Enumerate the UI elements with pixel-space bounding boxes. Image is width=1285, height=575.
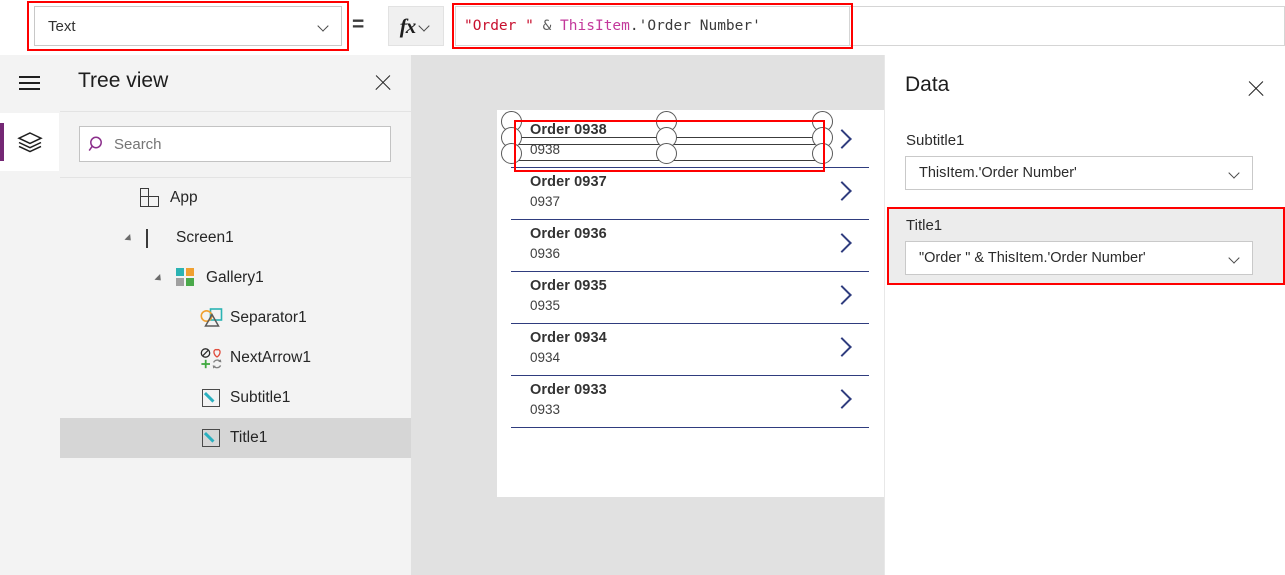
chevron-right-icon[interactable]: [835, 184, 851, 200]
field-label: Title1: [906, 217, 943, 234]
screen-icon: [146, 229, 168, 252]
close-icon[interactable]: [371, 71, 395, 95]
field-dropdown[interactable]: ThisItem.'Order Number': [905, 156, 1253, 190]
layers-icon: [16, 132, 43, 153]
text-label-icon: [202, 389, 224, 411]
field-label: Subtitle1: [906, 132, 965, 149]
expand-caret-icon[interactable]: [126, 233, 136, 243]
hamburger-icon[interactable]: [0, 55, 59, 111]
gallery-item[interactable]: Order 0938 0938: [511, 116, 869, 168]
panel-title: Data: [905, 73, 950, 96]
screen-preview: Order 0938 0938 Order 0937 0937 Order 09…: [497, 110, 885, 497]
chevron-down-icon: [318, 22, 331, 30]
gallery-item[interactable]: Order 0936 0936: [511, 220, 869, 272]
gallery-item-subtitle: 0936: [530, 246, 561, 261]
gallery-item-subtitle: 0933: [530, 402, 561, 417]
search-icon: [80, 127, 114, 161]
tree-view-list: App Screen1 Gallery1 Separator1 NextArro…: [60, 177, 411, 458]
gallery-item-subtitle: 0934: [530, 350, 561, 365]
gallery-item-title: Order 0933: [530, 382, 607, 398]
gallery-item[interactable]: Order 0937 0937: [511, 168, 869, 220]
text-label-icon: [202, 429, 224, 451]
app-icon: [140, 188, 162, 210]
search-box[interactable]: [79, 126, 391, 162]
formula-input-extension[interactable]: [850, 6, 1285, 46]
close-icon[interactable]: [1244, 77, 1268, 101]
gallery-control[interactable]: Order 0938 0938 Order 0937 0937 Order 09…: [511, 116, 869, 446]
tree-item-screen1[interactable]: Screen1: [60, 218, 411, 258]
left-icon-rail: [0, 55, 61, 575]
tree-item-label: Separator1: [230, 309, 307, 326]
gallery-item-title: Order 0934: [530, 330, 607, 346]
field-dropdown[interactable]: "Order " & ThisItem.'Order Number': [905, 241, 1253, 275]
chevron-right-icon[interactable]: [835, 340, 851, 356]
tree-item-title1[interactable]: Title1: [60, 418, 411, 458]
chevron-right-icon[interactable]: [835, 236, 851, 252]
equals-sign: =: [352, 13, 365, 36]
property-select[interactable]: Text: [34, 6, 342, 46]
formula-token-string: "Order ": [464, 18, 534, 34]
tree-item-nextarrow1[interactable]: NextArrow1: [60, 338, 411, 378]
sidebar-item-tree-view[interactable]: [0, 113, 59, 171]
gallery-item-subtitle: 0938: [530, 142, 561, 157]
gallery-item-subtitle: 0935: [530, 298, 561, 313]
chevron-right-icon[interactable]: [835, 132, 851, 148]
tree-item-gallery1[interactable]: Gallery1: [60, 258, 411, 298]
formula-input[interactable]: "Order " & ThisItem .'Order Number': [455, 6, 850, 46]
field-value: "Order " & ThisItem.'Order Number': [919, 250, 1146, 266]
property-select-wrapper: Text: [27, 1, 349, 51]
field-value: ThisItem.'Order Number': [919, 165, 1077, 181]
fx-icon: fx: [399, 13, 416, 38]
powerapps-studio-window: Text = fx "Order " & ThisItem .'Order Num…: [0, 0, 1285, 575]
tree-item-label: Gallery1: [206, 269, 264, 286]
gallery-item-title: Order 0936: [530, 226, 607, 242]
chevron-down-icon: [1229, 254, 1242, 262]
gallery-item[interactable]: Order 0934 0934: [511, 324, 869, 376]
chevron-right-icon[interactable]: [835, 288, 851, 304]
gallery-item[interactable]: Order 0935 0935: [511, 272, 869, 324]
formula-token-operator: &: [533, 18, 561, 34]
formula-token-identifier: ThisItem: [560, 18, 630, 34]
tree-item-label: Subtitle1: [230, 389, 291, 406]
gallery-item-title: Order 0935: [530, 278, 607, 294]
fx-button[interactable]: fx: [388, 6, 444, 46]
tree-view-header: Tree view: [60, 55, 411, 112]
formula-bar: Text = fx "Order " & ThisItem .'Order Num…: [0, 0, 1285, 56]
gallery-icon: [176, 268, 198, 290]
search-input[interactable]: [114, 127, 390, 161]
panel-title: Tree view: [78, 69, 169, 92]
icons-icon: [200, 348, 224, 369]
gallery-item-title: Order 0937: [530, 174, 607, 190]
tree-item-label: Title1: [230, 429, 268, 446]
property-select-value: Text: [48, 17, 76, 35]
chevron-down-icon: [419, 22, 432, 30]
tree-item-label: Screen1: [176, 229, 234, 246]
chevron-right-icon[interactable]: [835, 392, 851, 408]
tree-item-label: NextArrow1: [230, 349, 311, 366]
selected-accent-bar: [0, 123, 4, 161]
shapes-icon: [200, 308, 224, 328]
tree-view-panel: Tree view App: [60, 55, 412, 575]
tree-item-separator1[interactable]: Separator1: [60, 298, 411, 338]
gallery-item[interactable]: Order 0933 0933: [511, 376, 869, 428]
gallery-item-title: Order 0938: [530, 122, 607, 138]
formula-token-field: .'Order Number': [629, 18, 761, 34]
chevron-down-icon: [1229, 169, 1242, 177]
tree-item-subtitle1[interactable]: Subtitle1: [60, 378, 411, 418]
tree-item-label: App: [170, 189, 198, 206]
expand-caret-icon[interactable]: [156, 273, 166, 283]
app-canvas: Order 0938 0938 Order 0937 0937 Order 09…: [411, 55, 885, 575]
tree-item-app[interactable]: App: [60, 178, 411, 218]
gallery-item-subtitle: 0937: [530, 194, 561, 209]
